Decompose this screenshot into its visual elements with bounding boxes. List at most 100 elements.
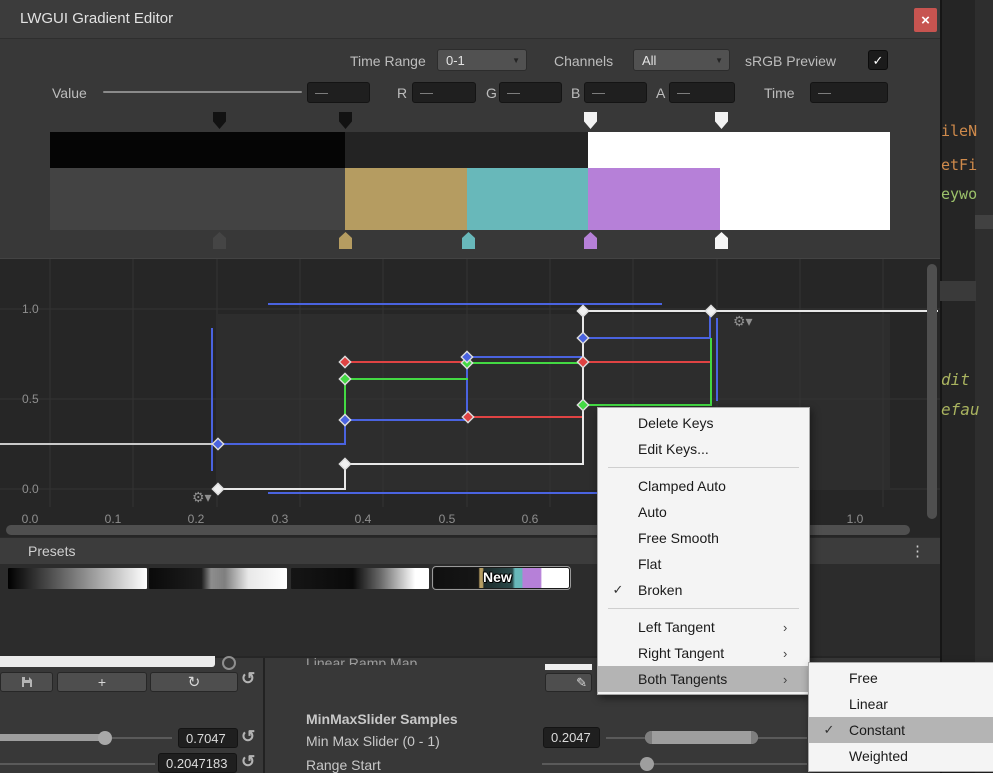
- checkmark-icon: ✓: [873, 54, 884, 67]
- alpha-key-marker[interactable]: [213, 112, 226, 129]
- curve-key[interactable]: [339, 458, 350, 469]
- save-icon: [21, 676, 33, 688]
- a-field[interactable]: —: [669, 82, 735, 103]
- curve-key[interactable]: [577, 305, 588, 316]
- code-text: eywo: [941, 185, 977, 203]
- background-editor-block: [940, 281, 976, 301]
- r-field[interactable]: —: [412, 82, 476, 103]
- menu-item-free-smooth[interactable]: Free Smooth: [598, 525, 809, 551]
- menu-item-label: Free Smooth: [638, 530, 783, 546]
- alpha-key-marker[interactable]: [715, 112, 728, 129]
- color-key-marker[interactable]: [715, 232, 728, 249]
- alpha-key-marker[interactable]: [584, 112, 597, 129]
- kebab-menu-icon[interactable]: ⋮: [910, 542, 925, 560]
- menu-item-broken[interactable]: ✓Broken: [598, 577, 809, 603]
- curve-key[interactable]: [577, 356, 588, 367]
- menu-item-label: Auto: [638, 504, 783, 520]
- circle-icon[interactable]: [222, 656, 236, 670]
- time-range-value: 0-1: [446, 53, 465, 68]
- ramp-edit-button[interactable]: ✎: [545, 673, 592, 692]
- value-1-box[interactable]: 0.7047: [178, 728, 238, 748]
- curve-vscrollbar[interactable]: [927, 264, 937, 519]
- gradient-strip[interactable]: [50, 132, 890, 230]
- y-axis-tick: 0.5: [22, 392, 39, 406]
- minmax-value-box[interactable]: 0.2047: [543, 727, 600, 748]
- ramp-preview: [545, 664, 592, 670]
- gradient-segment: [345, 168, 468, 230]
- slider-1-thumb[interactable]: [98, 731, 112, 745]
- close-button[interactable]: ×: [914, 8, 937, 32]
- value-label: Value: [52, 85, 87, 101]
- slider-1-fill[interactable]: [0, 734, 104, 741]
- preset-swatch-2[interactable]: [149, 568, 287, 589]
- color-key-marker[interactable]: [462, 232, 475, 249]
- gradient-segment: [588, 132, 890, 168]
- menu-item-label: Delete Keys: [638, 415, 783, 431]
- save-preset-button[interactable]: [0, 672, 53, 692]
- add-preset-button[interactable]: +: [57, 672, 147, 692]
- channels-dropdown[interactable]: All ▼: [633, 49, 730, 71]
- color-key-marker[interactable]: [584, 232, 597, 249]
- slider-2-track[interactable]: [0, 763, 155, 765]
- background-editor-scroll-thumb[interactable]: [975, 215, 993, 229]
- menu-item-delete-keys[interactable]: Delete Keys: [598, 410, 809, 436]
- menu-item-linear[interactable]: Linear: [809, 691, 993, 717]
- minmax-handle-left[interactable]: [645, 731, 652, 744]
- menu-item-left-tangent[interactable]: Left Tangent›: [598, 614, 809, 640]
- minmax-handle-right[interactable]: [751, 731, 758, 744]
- gear-icon[interactable]: ⚙▾: [192, 489, 212, 505]
- revert-icon[interactable]: ↺: [241, 753, 255, 770]
- curve-key[interactable]: [212, 483, 223, 494]
- value-field[interactable]: —: [307, 82, 370, 103]
- menu-item-both-tangents[interactable]: Both Tangents›: [598, 666, 809, 692]
- curve-key[interactable]: [577, 399, 588, 410]
- channels-label: Channels: [554, 53, 613, 69]
- alpha-key-marker[interactable]: [339, 112, 352, 129]
- menu-item-auto[interactable]: Auto: [598, 499, 809, 525]
- time-range-dropdown[interactable]: 0-1 ▼: [437, 49, 527, 71]
- range-start-thumb[interactable]: [640, 757, 654, 771]
- curve-key[interactable]: [577, 332, 588, 343]
- menu-item-clamped-auto[interactable]: Clamped Auto: [598, 473, 809, 499]
- slider-1-track[interactable]: [112, 737, 172, 739]
- gear-icon[interactable]: ⚙▾: [733, 313, 753, 329]
- refresh-button[interactable]: ↻: [150, 672, 238, 692]
- g-field-text: —: [507, 85, 520, 100]
- value-slider[interactable]: [103, 91, 302, 93]
- y-axis-tick: 1.0: [22, 302, 39, 316]
- code-text: efau: [941, 400, 980, 419]
- curve-key[interactable]: [705, 305, 716, 316]
- time-field[interactable]: —: [810, 82, 888, 103]
- color-key-marker[interactable]: [213, 232, 226, 249]
- menu-item-flat[interactable]: Flat: [598, 551, 809, 577]
- curve-key[interactable]: [339, 373, 350, 384]
- context-menu: Delete Keys Edit Keys... Clamped Auto Auto F…: [597, 407, 810, 695]
- menu-item-edit-keys[interactable]: Edit Keys...: [598, 436, 809, 462]
- range-start-track[interactable]: [542, 763, 807, 765]
- x-axis-tick: 0.5: [439, 512, 456, 526]
- revert-icon[interactable]: ↺: [241, 670, 255, 687]
- g-field[interactable]: —: [499, 82, 562, 103]
- curve-key[interactable]: [212, 438, 223, 449]
- value-2-box[interactable]: 0.2047183: [158, 753, 237, 773]
- menu-item-constant[interactable]: ✓Constant: [809, 717, 993, 743]
- menu-item-free[interactable]: Free: [809, 665, 993, 691]
- submenu-arrow-icon: ›: [783, 646, 809, 661]
- window-titlebar[interactable]: LWGUI Gradient Editor ×: [0, 0, 940, 39]
- value-2-text: 0.2047183: [166, 756, 227, 771]
- minmax-slider-range[interactable]: [645, 731, 758, 744]
- left-column-divider: [263, 658, 265, 773]
- revert-icon[interactable]: ↺: [241, 728, 255, 745]
- menu-item-right-tangent[interactable]: Right Tangent›: [598, 640, 809, 666]
- preset-swatch-1[interactable]: [8, 568, 147, 589]
- menu-separator: [608, 467, 799, 468]
- color-key-marker[interactable]: [339, 232, 352, 249]
- a-label: A: [656, 85, 665, 101]
- curve-key[interactable]: [339, 414, 350, 425]
- srgb-preview-checkbox[interactable]: ✓: [868, 50, 888, 70]
- b-field[interactable]: —: [584, 82, 647, 103]
- preset-swatch-3[interactable]: [291, 568, 429, 589]
- curve-key[interactable]: [339, 356, 350, 367]
- gradient-segment: [720, 168, 890, 230]
- menu-item-weighted[interactable]: Weighted: [809, 743, 993, 769]
